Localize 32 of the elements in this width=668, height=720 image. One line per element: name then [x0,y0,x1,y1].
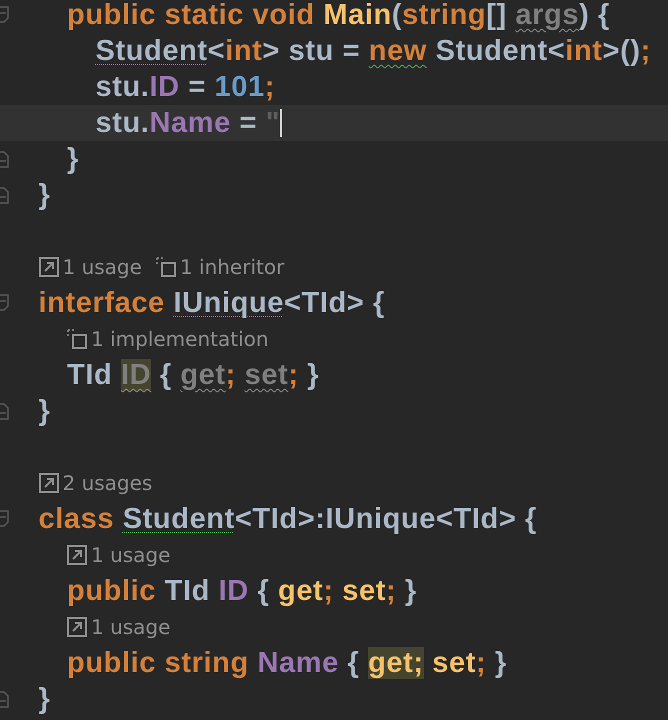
code-vision-hint[interactable]: 1 implementation [91,327,269,351]
code-line: Student<int> stu = new Student<int>(); [96,35,651,67]
dotted-square-icon [67,329,87,349]
code-line: class Student<TId>:IUnique<TId> { [38,503,537,535]
fold-marker-icon[interactable] [0,690,10,708]
code-line: interface IUnique<TId> { [38,287,385,319]
code-line: } [67,143,79,175]
code-vision-hint[interactable]: 1 usage [91,543,170,567]
fold-marker-icon[interactable] [0,186,10,204]
arrow-square-icon [38,257,58,277]
arrow-square-icon [38,473,58,493]
code-line: stu.ID = 101; [96,71,275,103]
arrow-square-icon [67,617,87,637]
arrow-square-icon [67,545,87,565]
code-line: } [38,395,50,427]
code-line: stu.Name = " [96,107,280,139]
code-line: } [38,179,50,211]
code-line: } [38,683,50,715]
code-vision-hint[interactable]: 1 inheritor [180,255,284,279]
code-line: public static void Main(string[] args) { [67,0,610,31]
code-line: public string Name { get; set; } [67,647,507,679]
code-vision-hint[interactable]: 1 usage [62,255,142,279]
fold-marker-icon[interactable] [0,402,10,420]
code-vision-hint[interactable]: 1 usage [91,615,170,639]
fold-marker-icon[interactable] [0,294,10,312]
fold-marker-icon[interactable] [0,510,10,528]
code-line: public TId ID { get; set; } [67,575,417,607]
fold-marker-icon[interactable] [0,150,10,168]
dotted-square-icon [156,257,176,277]
code-line: TId ID { get; set; } [67,359,320,391]
code-vision-hint[interactable]: 2 usages [62,471,152,495]
fold-marker-icon[interactable] [0,6,10,24]
